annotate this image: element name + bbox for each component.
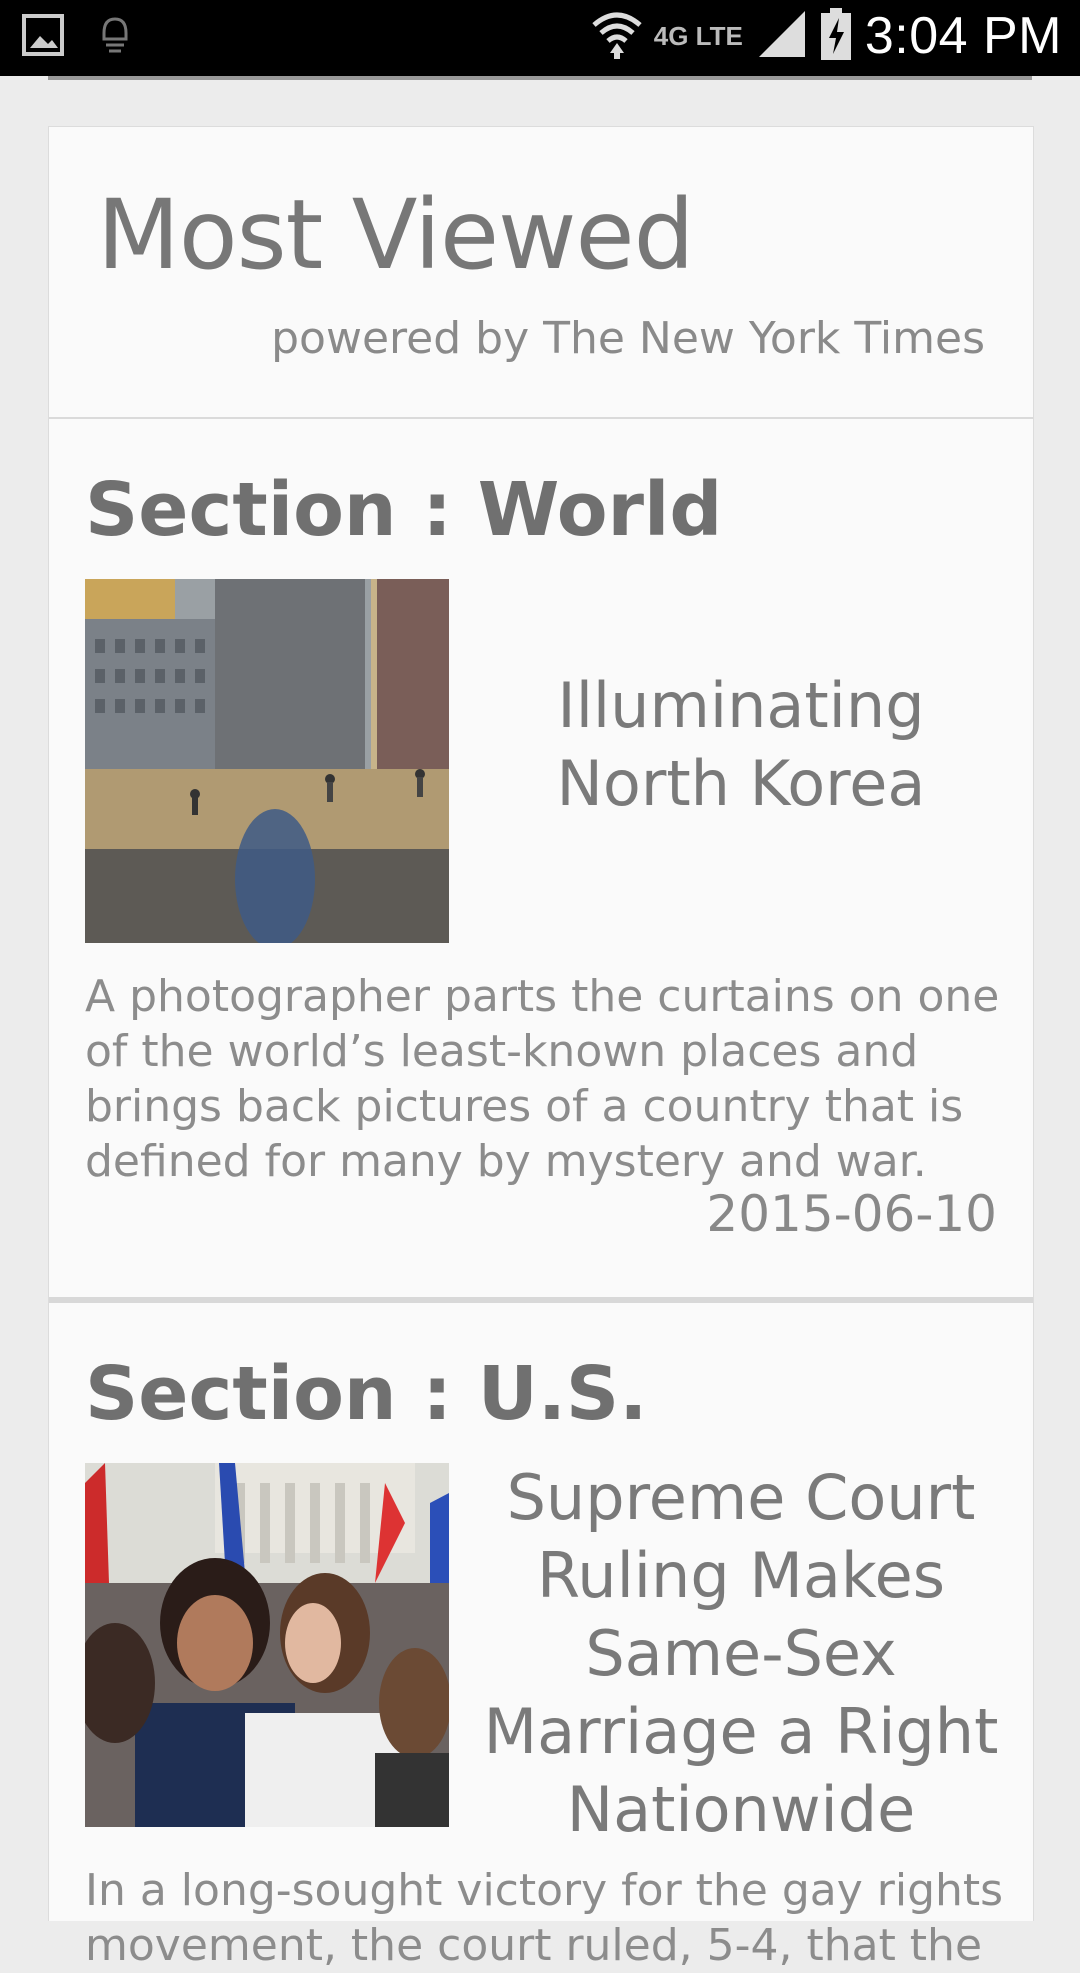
network-type-label: 4G LTE [653, 20, 743, 51]
article-thumbnail[interactable] [85, 579, 449, 943]
article-headline[interactable]: Supreme Court Ruling Makes Same-Sex Marr… [463, 1459, 1019, 1849]
article-date: 2015-06-10 [706, 1185, 997, 1243]
page-subtitle: powered by The New York Times [271, 313, 985, 364]
wifi-icon [590, 7, 644, 66]
signal-icon [757, 9, 807, 64]
card-header: Most Viewed powered by The New York Time… [49, 127, 1033, 419]
article-description: A photographer parts the curtains on one… [85, 971, 1000, 1187]
article-item[interactable]: Section : World Illuminating North Korea… [49, 419, 1033, 1303]
article-thumbnail[interactable] [85, 1463, 449, 1827]
article-item[interactable]: Section : U.S. Supreme Court Ruling Make… [49, 1303, 1033, 1971]
most-viewed-card: Most Viewed powered by The New York Time… [48, 126, 1034, 1971]
notification-icon [98, 15, 132, 60]
article-headline[interactable]: Illuminating North Korea [463, 667, 1019, 823]
article-section: Section : U.S. [85, 1351, 648, 1437]
toolbar-shadow [48, 76, 1032, 80]
page-title: Most Viewed [97, 179, 695, 291]
battery-charging-icon [820, 7, 851, 65]
article-section: Section : World [85, 467, 723, 553]
article-description: In a long-sought victory for the gay rig… [85, 1865, 1004, 1971]
status-bar: 4G LTE 3:04 PM [0, 0, 1080, 76]
gallery-icon [22, 14, 64, 61]
status-time: 3:04 PM [864, 7, 1062, 65]
